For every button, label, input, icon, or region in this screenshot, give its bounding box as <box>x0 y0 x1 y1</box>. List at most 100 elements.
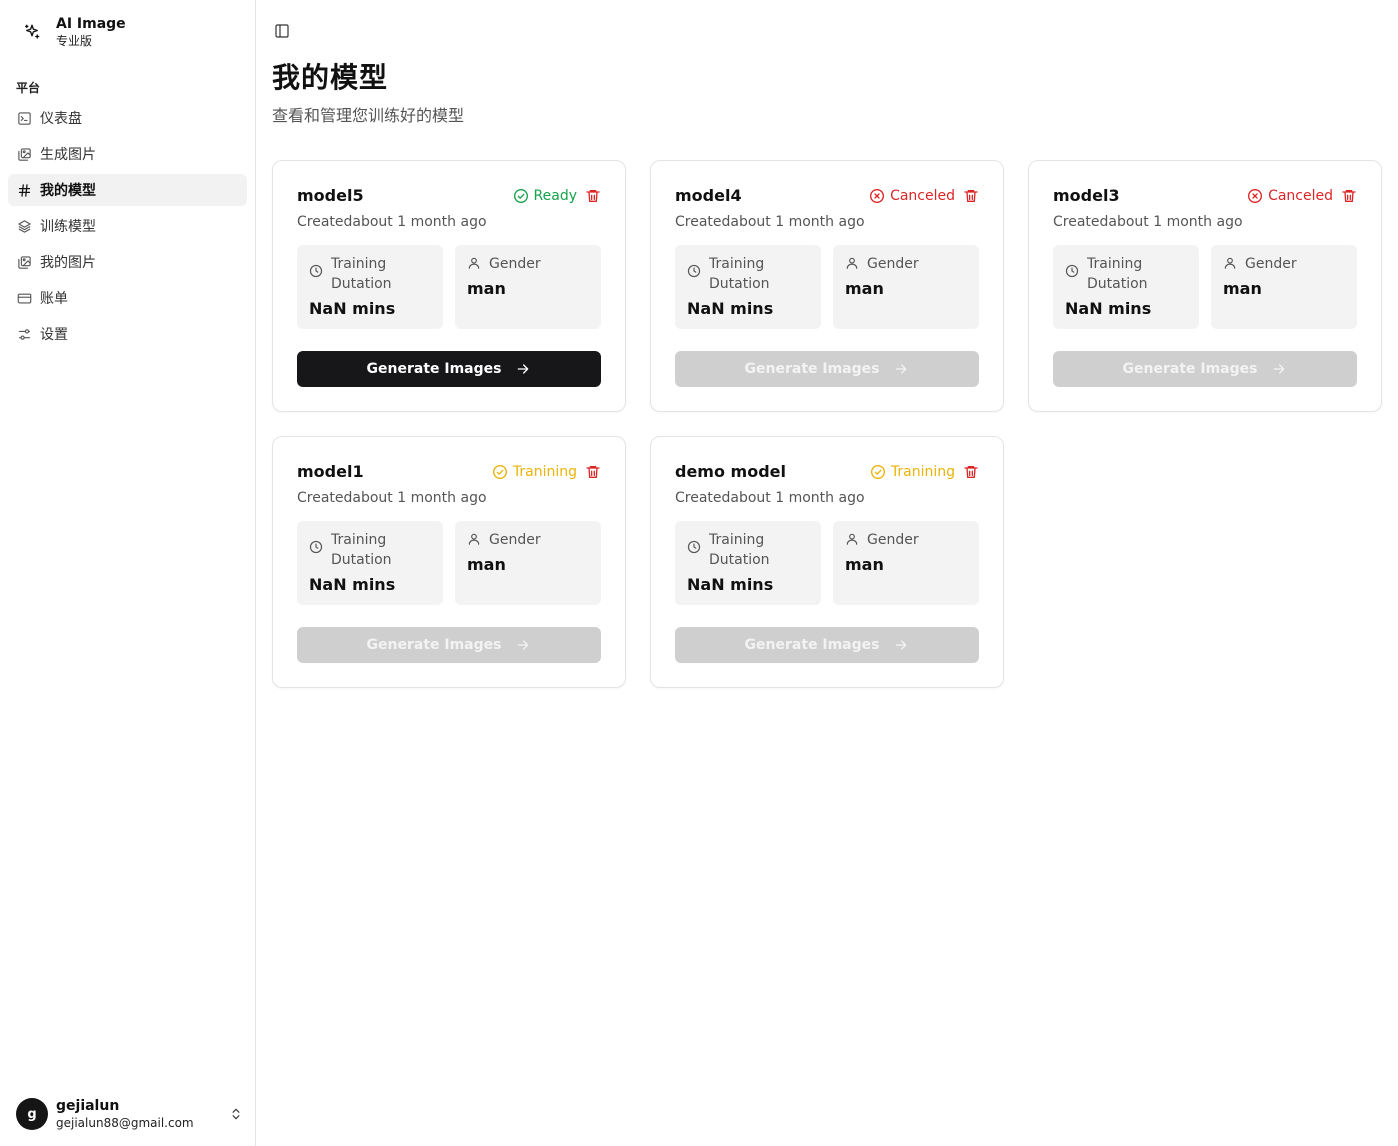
model-card: model5 Ready Createdabout 1 month ago Train… <box>272 160 626 412</box>
training-duration-value: NaN mins <box>1065 299 1152 318</box>
generate-images-button[interactable]: Generate Images <box>675 351 979 387</box>
sidebar-item-dashboard[interactable]: 仪表盘 <box>8 102 247 134</box>
trash-icon[interactable] <box>585 188 601 204</box>
created-time: Createdabout 1 month ago <box>675 214 865 230</box>
gender-label: Gender <box>867 256 919 272</box>
generate-images-label: Generate Images <box>744 361 880 377</box>
avatar: g <box>16 1098 48 1130</box>
sidebar-item-label: 我的图片 <box>40 255 96 271</box>
training-duration-box: Training Dutation NaN mins <box>675 521 821 605</box>
brand-title: AI Image <box>56 16 126 32</box>
status-badge: Ready <box>513 186 601 206</box>
status-text: Tranining <box>512 464 577 480</box>
gender-value: man <box>1223 279 1262 298</box>
check-circle-icon <box>870 464 886 480</box>
generate-images-label: Generate Images <box>366 637 502 653</box>
sidebar-item-label: 生成图片 <box>40 147 96 163</box>
training-duration-label: Training Dutation <box>331 256 392 292</box>
clock-icon <box>687 264 703 280</box>
sidebar: AI Image 专业版 平台 仪表盘 生成图片 我的模型 训练模型 我的图片 … <box>0 0 256 1146</box>
trash-icon[interactable] <box>585 464 601 480</box>
created-time: Createdabout 1 month ago <box>297 490 487 506</box>
gender-value: man <box>467 555 506 574</box>
gender-value: man <box>845 279 884 298</box>
status-badge: Canceled <box>1247 186 1357 206</box>
training-duration-value: NaN mins <box>687 299 774 318</box>
check-circle-icon <box>513 188 529 204</box>
gender-label: Gender <box>489 256 541 272</box>
generate-images-button[interactable]: Generate Images <box>297 351 601 387</box>
training-duration-box: Training Dutation NaN mins <box>1053 245 1199 329</box>
sidebar-item-my-models[interactable]: 我的模型 <box>8 174 247 206</box>
sidebar-item-billing[interactable]: 账单 <box>8 282 247 314</box>
training-duration-label: Training Dutation <box>331 532 392 568</box>
images-icon <box>16 254 32 270</box>
images-icon <box>16 146 32 162</box>
user-name: gejialun <box>56 1098 120 1114</box>
status-text: Canceled <box>890 188 955 204</box>
layers-icon <box>16 218 32 234</box>
user-menu[interactable]: g gejialun gejialun88@gmail.com <box>16 1096 244 1132</box>
brand[interactable]: AI Image 专业版 <box>16 10 240 54</box>
trash-icon[interactable] <box>963 464 979 480</box>
sidebar-item-label: 训练模型 <box>40 219 96 235</box>
gender-box: Gender man <box>455 245 601 329</box>
generate-images-button[interactable]: Generate Images <box>297 627 601 663</box>
brand-subtitle: 专业版 <box>56 34 93 48</box>
user-icon <box>467 532 483 548</box>
sidebar-item-settings[interactable]: 设置 <box>8 318 247 350</box>
sidebar-nav: 仪表盘 生成图片 我的模型 训练模型 我的图片 账单 设置 <box>8 102 247 354</box>
nav-group-label: 平台 <box>16 81 41 95</box>
model-name: model3 <box>1053 186 1120 205</box>
status-text: Tranining <box>890 464 955 480</box>
check-circle-icon <box>492 464 508 480</box>
sparkles-icon <box>16 16 48 48</box>
training-duration-value: NaN mins <box>687 575 774 594</box>
user-icon <box>845 532 861 548</box>
terminal-icon <box>16 110 32 126</box>
arrow-right-icon <box>893 637 909 653</box>
sidebar-item-label: 我的模型 <box>40 183 96 199</box>
gender-value: man <box>467 279 506 298</box>
model-card: model4 Canceled Createdabout 1 month ago Tr… <box>650 160 1004 412</box>
gender-box: Gender man <box>833 521 979 605</box>
model-card: model1 Tranining Createdabout 1 month ago T… <box>272 436 626 688</box>
status-text: Canceled <box>1268 188 1333 204</box>
model-card: model3 Canceled Createdabout 1 month ago Tr… <box>1028 160 1382 412</box>
model-name: model1 <box>297 462 364 481</box>
gender-box: Gender man <box>833 245 979 329</box>
page-title: 我的模型 <box>272 61 389 94</box>
training-duration-box: Training Dutation NaN mins <box>297 245 443 329</box>
sidebar-item-my-images[interactable]: 我的图片 <box>8 246 247 278</box>
clock-icon <box>687 540 703 556</box>
training-duration-label: Training Dutation <box>709 532 770 568</box>
trash-icon[interactable] <box>1341 188 1357 204</box>
clock-icon <box>1065 264 1081 280</box>
arrow-right-icon <box>515 637 531 653</box>
model-card: demo model Tranining Createdabout 1 month … <box>650 436 1004 688</box>
generate-images-button[interactable]: Generate Images <box>1053 351 1357 387</box>
sidebar-toggle-button[interactable] <box>272 21 292 41</box>
generate-images-label: Generate Images <box>744 637 880 653</box>
gender-box: Gender man <box>1211 245 1357 329</box>
sidebar-item-generate-images[interactable]: 生成图片 <box>8 138 247 170</box>
training-duration-box: Training Dutation NaN mins <box>675 245 821 329</box>
user-icon <box>845 256 861 272</box>
clock-icon <box>309 264 325 280</box>
model-name: model4 <box>675 186 742 205</box>
user-icon <box>1223 256 1239 272</box>
generate-images-label: Generate Images <box>366 361 502 377</box>
trash-icon[interactable] <box>963 188 979 204</box>
user-icon <box>467 256 483 272</box>
hash-icon <box>16 182 32 198</box>
sliders-icon <box>16 326 32 342</box>
status-text: Ready <box>533 188 577 204</box>
x-circle-icon <box>869 188 885 204</box>
generate-images-button[interactable]: Generate Images <box>675 627 979 663</box>
user-email: gejialun88@gmail.com <box>56 1116 194 1130</box>
panel-left-icon <box>274 23 290 39</box>
arrow-right-icon <box>1271 361 1287 377</box>
sidebar-item-label: 设置 <box>40 327 68 343</box>
sidebar-item-train-model[interactable]: 训练模型 <box>8 210 247 242</box>
credit-card-icon <box>16 290 32 306</box>
